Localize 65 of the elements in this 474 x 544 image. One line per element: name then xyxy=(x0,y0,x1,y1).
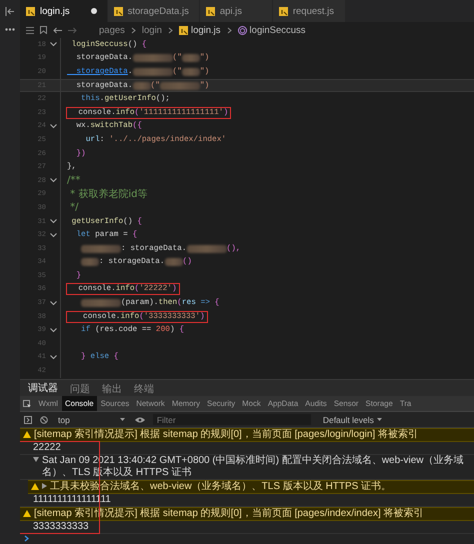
redacted-blur xyxy=(132,82,151,90)
context-dropdown[interactable]: top xyxy=(56,414,127,424)
fold-chevron-icon[interactable] xyxy=(50,328,56,333)
redacted-blur xyxy=(132,54,173,62)
fold-chevron-icon[interactable] xyxy=(50,354,56,360)
method-cube-icon xyxy=(238,26,247,34)
breadcrumb-item[interactable]: login.js xyxy=(178,24,221,36)
redacted-blur xyxy=(182,68,200,76)
fold-chevron-icon[interactable] xyxy=(50,178,56,184)
collapse-sidebar-icon[interactable] xyxy=(5,6,15,16)
fold-chevron-icon[interactable] xyxy=(50,300,56,306)
redacted-blur xyxy=(182,54,200,62)
js-file-icon xyxy=(206,6,215,16)
redacted-blur xyxy=(132,68,173,76)
bookmark-icon[interactable] xyxy=(40,26,47,34)
redacted-blur xyxy=(81,244,121,253)
warning-icon xyxy=(31,483,39,490)
filter-field[interactable]: Filter xyxy=(152,414,311,425)
prompt-icon[interactable] xyxy=(24,535,29,542)
editor-tab[interactable]: request.js xyxy=(272,0,346,22)
warning-message: [sitemap 索引情况提示] 根据 sitemap 的规则[0]，当前页面 [pages/login/login] 将被索引 xyxy=(34,429,418,441)
inspect-element-icon[interactable] xyxy=(23,400,31,408)
sidebar-toggle-icon[interactable] xyxy=(24,416,32,424)
panel-tab[interactable]: 输出 xyxy=(102,382,122,396)
js-file-icon xyxy=(26,6,35,16)
editor-tab[interactable]: login.js xyxy=(20,0,108,22)
code-comment: /** xyxy=(67,175,80,186)
caret-icon xyxy=(120,418,125,421)
log-message: 3333333333 xyxy=(33,521,89,533)
breadcrumb-item[interactable]: pages xyxy=(99,24,125,36)
panel-tab[interactable]: 问题 xyxy=(70,382,90,396)
editor-tab[interactable]: api.js xyxy=(200,0,273,22)
editor-tab[interactable]: storageData.js xyxy=(108,0,200,22)
fold-chevron-icon[interactable] xyxy=(50,219,56,224)
code-comment: * 获取养老院id等 xyxy=(69,188,148,202)
warning-icon xyxy=(23,510,31,517)
back-arrow-icon[interactable] xyxy=(53,26,62,34)
breadcrumb-item[interactable]: login xyxy=(142,24,162,36)
caret-icon xyxy=(376,418,382,421)
redacted-blur xyxy=(81,299,121,308)
js-file-icon xyxy=(178,26,188,34)
chevron-right-icon xyxy=(226,26,232,34)
redacted-blur xyxy=(186,244,227,253)
chevron-right-icon xyxy=(130,26,136,34)
fold-chevron-icon[interactable] xyxy=(50,124,56,129)
log-message: 22222 xyxy=(33,442,61,454)
expanded-triangle-icon[interactable] xyxy=(33,457,39,462)
list-icon[interactable] xyxy=(26,26,34,34)
more-icon[interactable] xyxy=(5,28,15,31)
code-comment: */ xyxy=(69,202,79,214)
redacted-blur xyxy=(81,258,99,266)
collapsed-triangle-icon[interactable] xyxy=(42,483,47,489)
levels-dropdown[interactable]: Default levels xyxy=(322,414,382,424)
chevron-right-icon xyxy=(168,26,173,34)
clear-console-icon[interactable] xyxy=(40,416,48,424)
breadcrumb-item[interactable]: loginSeccuss xyxy=(238,24,306,36)
eye-icon[interactable] xyxy=(134,416,145,422)
js-file-icon xyxy=(278,6,288,16)
redacted-blur xyxy=(160,82,200,90)
panel-tab[interactable]: 终端 xyxy=(134,382,154,396)
fold-chevron-icon[interactable] xyxy=(50,42,56,48)
warning-icon xyxy=(23,431,31,438)
redacted-blur xyxy=(164,258,183,266)
fold-chevron-icon[interactable] xyxy=(50,232,56,238)
js-file-icon xyxy=(114,6,123,16)
